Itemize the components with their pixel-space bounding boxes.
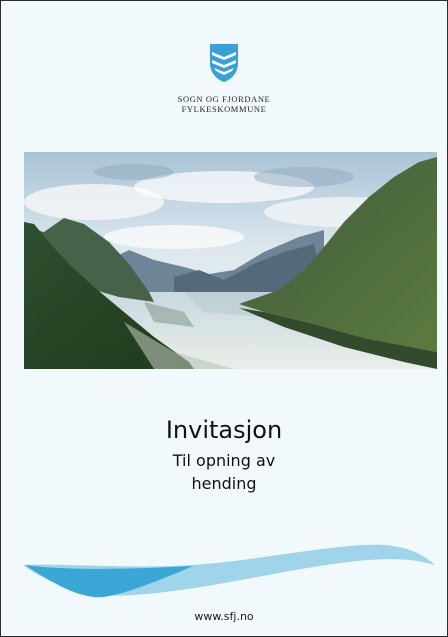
decorative-waves xyxy=(23,539,437,601)
invitation-title: Invitasjon xyxy=(165,416,283,444)
county-coat-of-arms-icon xyxy=(210,44,238,82)
invitation-page: SOGN OG FJORDANE FYLKESKOMMUNE Invitasjo… xyxy=(0,0,448,637)
fjord-landscape-photo xyxy=(24,152,437,369)
org-name-line2: FYLKESKOMMUNE xyxy=(181,104,267,114)
invitation-subtitle-line1: Til opning av xyxy=(172,451,276,470)
invitation-subtitle-line2: hending xyxy=(191,474,257,493)
org-name-line1: SOGN OG FJORDANE xyxy=(177,94,271,104)
county-logo xyxy=(1,43,447,83)
footer-website-link[interactable]: www.sfj.no xyxy=(1,610,447,624)
